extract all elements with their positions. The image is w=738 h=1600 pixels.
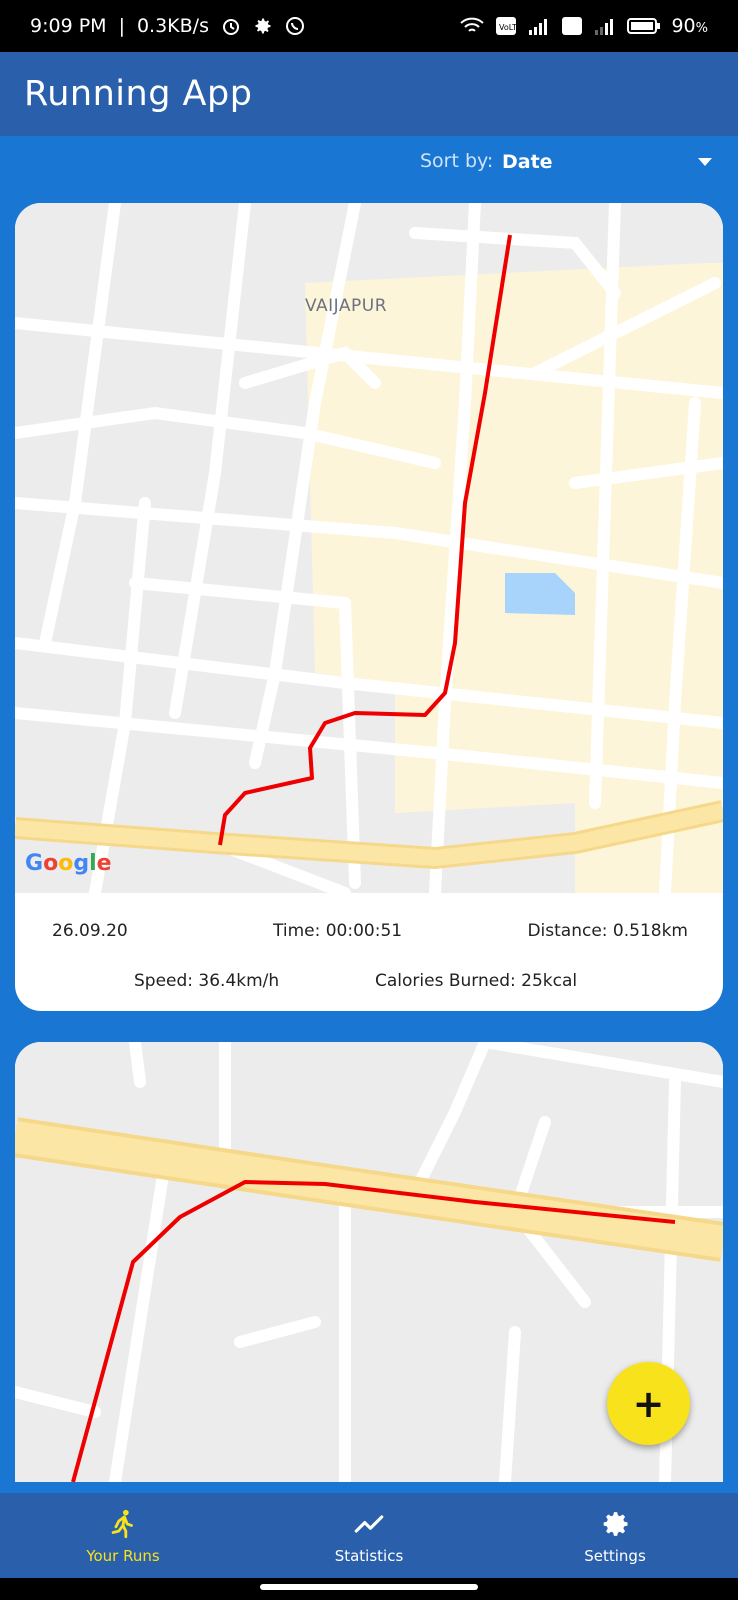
volte-icon: VoLTE: [496, 17, 517, 35]
gear-icon: [255, 18, 271, 34]
gear-icon: [603, 1511, 628, 1536]
runner-icon: [111, 1509, 133, 1538]
sort-row: Sort by: Date: [0, 140, 738, 184]
svg-text:VoLTE: VoLTE: [499, 23, 517, 32]
battery-unit: %: [695, 21, 708, 36]
run-stats: 26.09.20 Time: 00:00:51 Distance: 0.518k…: [15, 893, 723, 1011]
whatsapp-icon: [285, 17, 304, 35]
home-indicator[interactable]: [260, 1584, 478, 1590]
signal-icon: [595, 19, 614, 35]
map-place-label: VAIJAPUR: [305, 296, 388, 316]
nav-item-settings[interactable]: Settings: [492, 1493, 738, 1578]
run-distance: Distance: 0.518km: [527, 921, 688, 941]
alarm-icon: [222, 19, 239, 35]
nav-item-statistics[interactable]: Statistics: [246, 1493, 492, 1578]
signal-icon: [529, 19, 548, 35]
app-bar: Running App: [0, 52, 738, 136]
add-run-button[interactable]: +: [607, 1362, 690, 1445]
nav-label: Your Runs: [86, 1546, 160, 1565]
network-speed: 0.3KB/s: [136, 15, 209, 37]
wifi-icon: [460, 17, 485, 32]
nav-label: Statistics: [334, 1546, 404, 1565]
battery-icon: [627, 18, 661, 34]
sort-value: Date: [502, 151, 553, 173]
run-card[interactable]: VAIJAPUR Google 26.09.20 Time: 00:00:51 …: [15, 203, 723, 1011]
google-logo: Google: [25, 851, 112, 876]
run-map: VAIJAPUR Google: [15, 203, 723, 893]
battery-level: 90: [671, 15, 696, 37]
status-bar: 9:09 PM | 0.3KB/s VoLTE 90%: [0, 0, 738, 52]
bottom-navigation: Your Runs Statistics Settings: [0, 1493, 738, 1578]
volte-icon: [562, 17, 583, 35]
nav-item-your-runs[interactable]: Your Runs: [0, 1493, 246, 1578]
trend-line-icon: [354, 1514, 384, 1533]
dropdown-arrow-icon: [698, 158, 712, 166]
run-speed: Speed: 36.4km/h: [134, 971, 280, 991]
gesture-bar: [0, 1578, 738, 1600]
sort-label: Sort by:: [420, 150, 494, 172]
run-calories: Calories Burned: 25kcal: [375, 971, 578, 991]
run-time: Time: 00:00:51: [273, 921, 403, 941]
run-date: 26.09.20: [52, 921, 128, 941]
plus-icon: +: [632, 1381, 665, 1426]
app-title: Running App: [24, 74, 253, 114]
nav-label: Settings: [584, 1546, 646, 1565]
status-time: 9:09 PM: [30, 15, 107, 37]
sort-dropdown[interactable]: Date: [502, 144, 712, 180]
